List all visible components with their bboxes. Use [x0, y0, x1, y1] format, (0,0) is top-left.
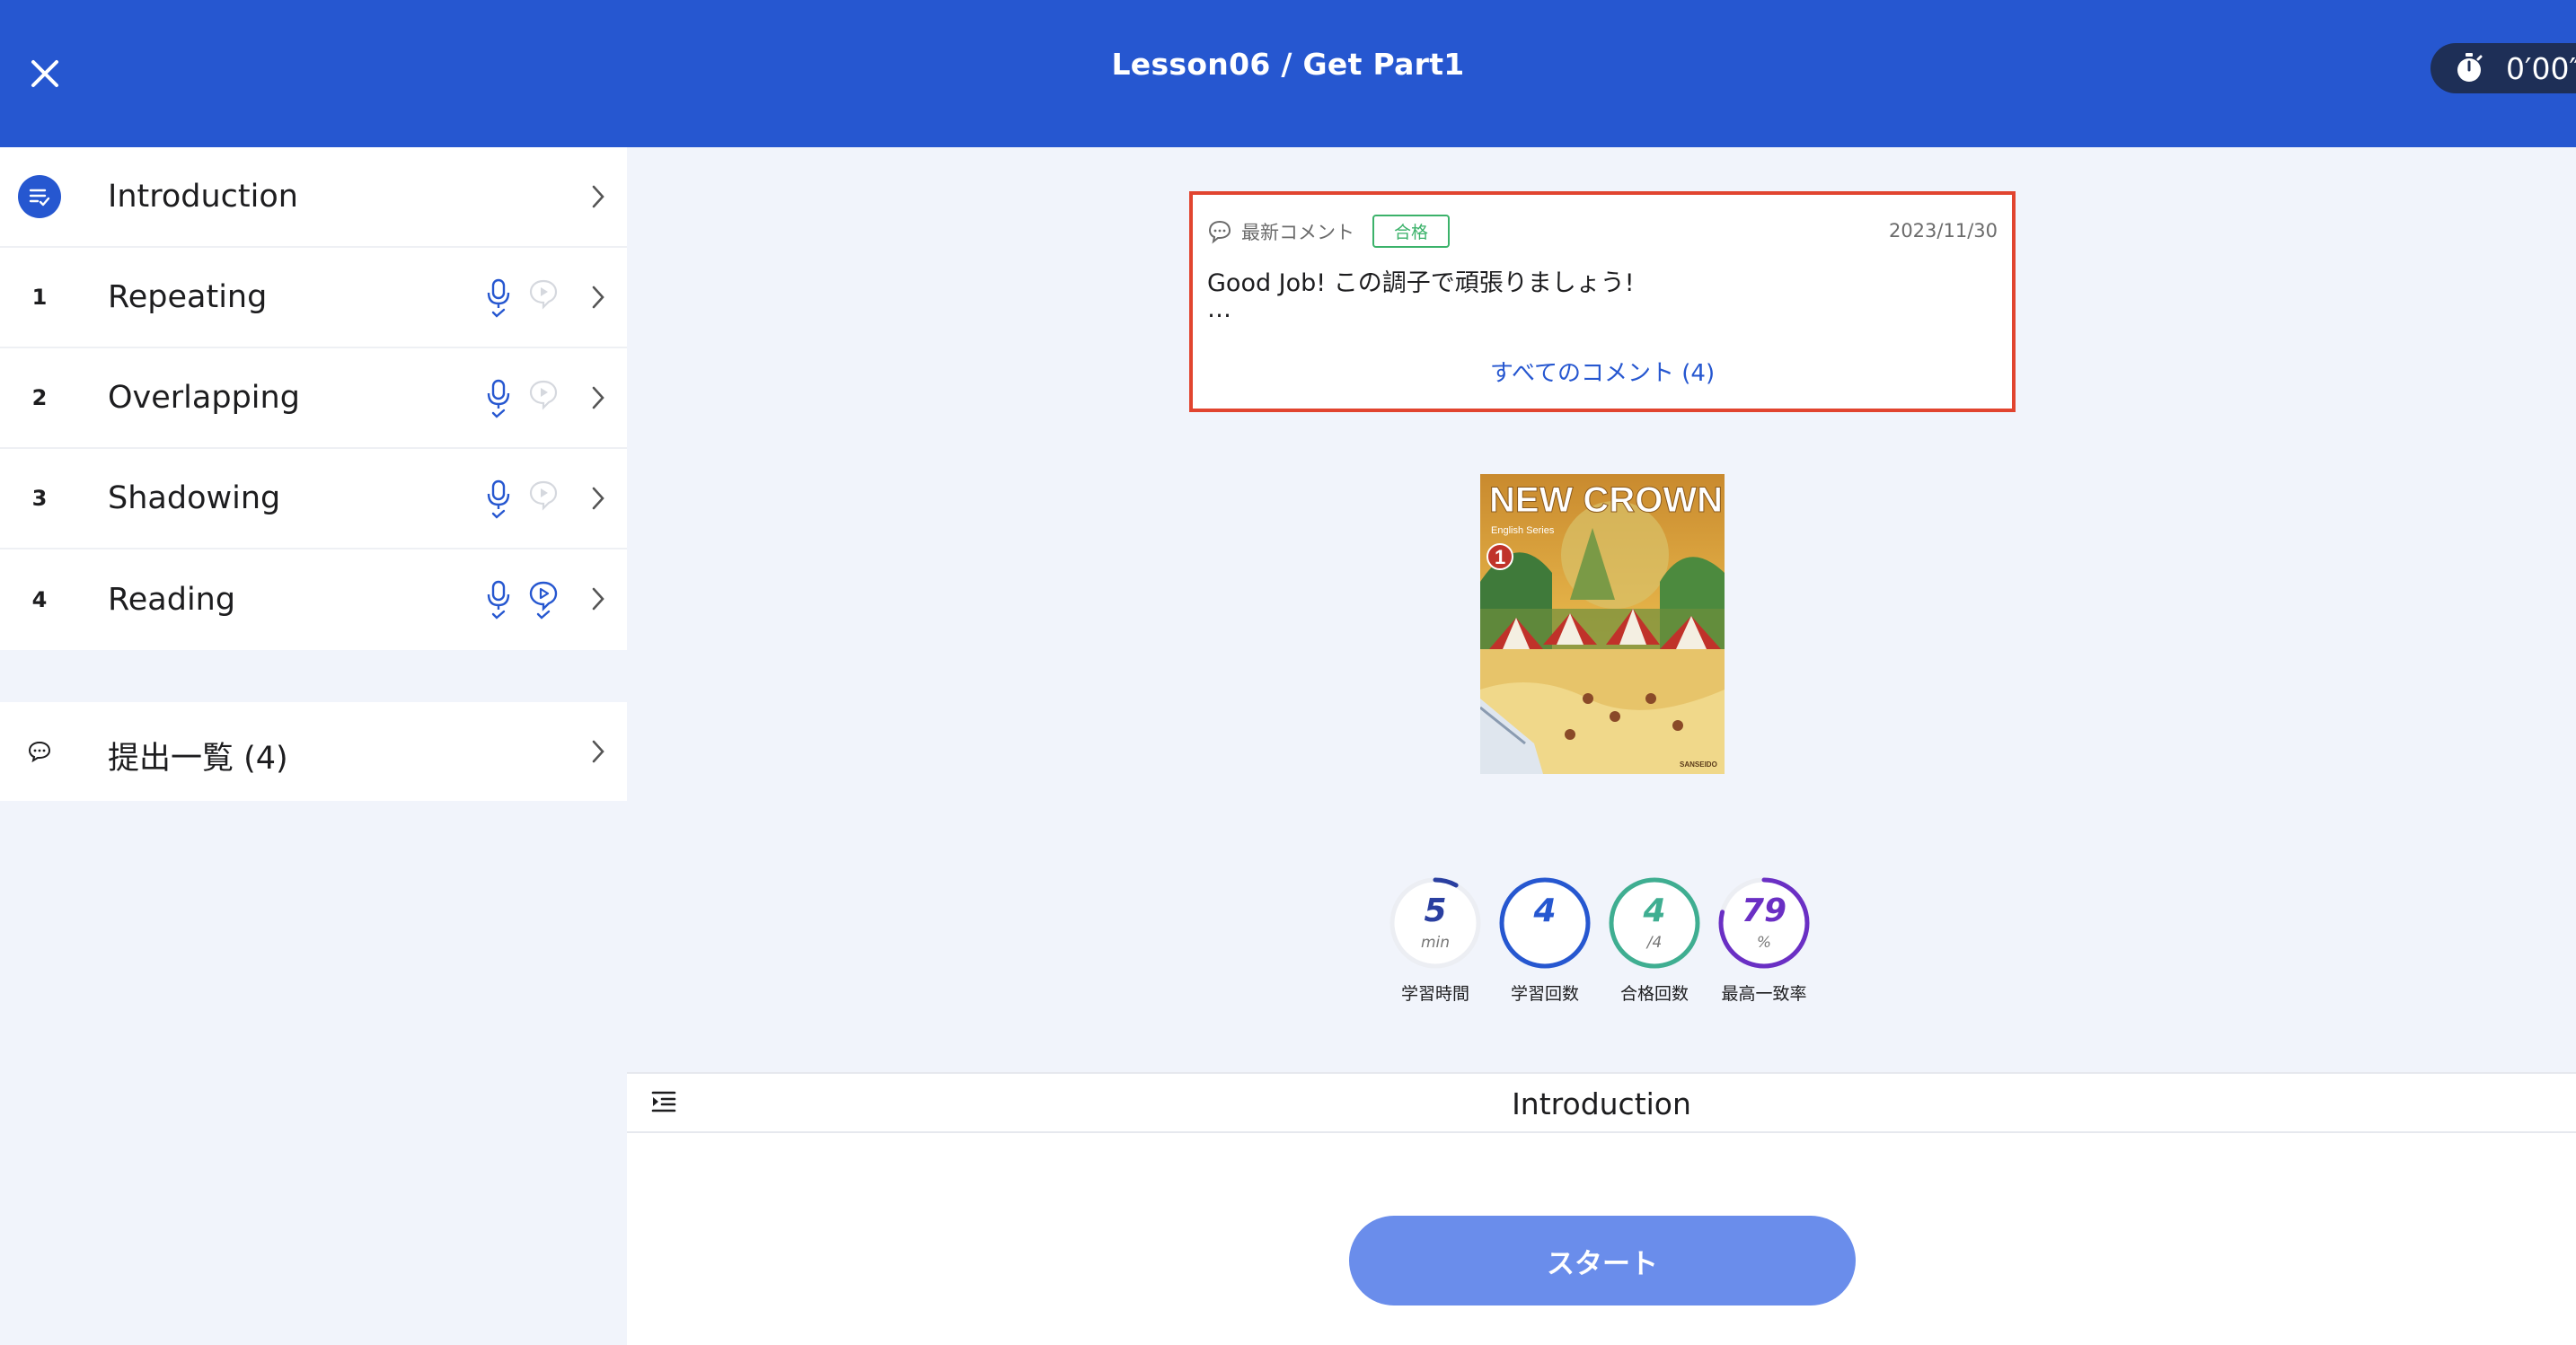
- stat-label: 学習時間: [1400, 984, 1469, 1004]
- sidebar-item-label: Introduction: [108, 179, 298, 215]
- step-number: 3: [31, 486, 48, 511]
- sidebar-item-introduction[interactable]: Introduction: [0, 147, 627, 248]
- main-content: 最新コメント 合格 2023/11/30 Good Job! この調子で頑張りま…: [627, 147, 2576, 1345]
- section-title: Introduction: [1512, 1086, 1691, 1121]
- video-comment-icon: [529, 380, 558, 410]
- stat-value: 4: [1533, 892, 1557, 929]
- microphone-check-icon: [487, 278, 510, 318]
- submissions-label: 提出一覧 (4): [108, 741, 288, 777]
- textbook-cover-image: NEW CROWN 1 English Series SANSEIDO: [1480, 474, 1725, 774]
- comment-header: 最新コメント 合格: [1207, 215, 1451, 248]
- sidebar-item-label: Reading: [108, 582, 236, 618]
- stat-unit: /4: [1646, 934, 1663, 952]
- microphone-check-icon: [487, 379, 510, 418]
- stat-unit: %: [1756, 934, 1772, 952]
- sidebar-item-label: Shadowing: [108, 480, 281, 516]
- video-comment-icon: [529, 480, 558, 511]
- stat-label: 最高一致率: [1721, 984, 1807, 1004]
- comment-heading: 最新コメント: [1241, 221, 1354, 243]
- action-area: スタート: [627, 1133, 2576, 1345]
- svg-text:English Series: English Series: [1491, 525, 1555, 536]
- latest-comment-card: 最新コメント 合格 2023/11/30 Good Job! この調子で頑張りま…: [1189, 191, 2016, 412]
- chevron-right-icon: [592, 286, 604, 309]
- chevron-right-icon: [592, 185, 604, 208]
- step-number: 1: [31, 285, 48, 310]
- sidebar-item-repeating[interactable]: 1 Repeating: [0, 248, 627, 348]
- sidebar-item-reading[interactable]: 4 Reading: [0, 549, 627, 650]
- timer-value: 0′00″: [2506, 50, 2576, 86]
- timer: 0′00″: [2430, 43, 2576, 93]
- checklist-icon: [18, 175, 61, 218]
- comment-bubble-icon: [1208, 220, 1231, 243]
- all-comments-link[interactable]: すべてのコメント (4): [1193, 355, 2012, 388]
- stat-label: 合格回数: [1619, 984, 1689, 1004]
- stat-value: 5: [1424, 892, 1447, 929]
- comment-bubble-icon: [18, 730, 61, 773]
- chevron-right-icon: [592, 386, 604, 409]
- sidebar-item-overlapping[interactable]: 2 Overlapping: [0, 348, 627, 449]
- stat-study-count: 4 学習回数: [1498, 876, 1592, 1005]
- svg-text:1: 1: [1495, 546, 1505, 568]
- comment-text: Good Job! この調子で頑張りましょう!: [1207, 269, 1635, 297]
- step-number: 4: [31, 587, 48, 612]
- pass-badge: 合格: [1372, 215, 1451, 248]
- stat-ring: 4 /4: [1608, 876, 1701, 970]
- sidebar-item-shadowing[interactable]: 3 Shadowing: [0, 449, 627, 549]
- stat-study-time: 5 min 学習時間: [1389, 876, 1482, 1005]
- microphone-check-icon: [487, 580, 510, 620]
- chevron-right-icon: [592, 587, 604, 611]
- chevron-right-icon: [592, 740, 604, 763]
- stat-value: 79: [1741, 892, 1787, 929]
- stat-ring: 4: [1498, 876, 1592, 970]
- stat-ring: 79 %: [1717, 876, 1811, 970]
- sidebar-item-label: Overlapping: [108, 380, 300, 416]
- stat-unit: min: [1420, 934, 1451, 952]
- svg-text:NEW CROWN: NEW CROWN: [1489, 480, 1723, 520]
- sidebar-item-label: Repeating: [108, 279, 268, 315]
- stopwatch-icon: [2457, 53, 2483, 82]
- stat-pass-count: 4 /4 合格回数: [1608, 876, 1701, 1005]
- comment-ellipsis: …: [1207, 295, 1231, 323]
- stat-best-match-rate: 79 % 最高一致率: [1717, 876, 1811, 1005]
- video-comment-check-icon: [529, 581, 558, 620]
- start-button[interactable]: スタート: [1349, 1216, 1856, 1305]
- svg-text:SANSEIDO: SANSEIDO: [1680, 760, 1717, 769]
- stat-value: 4: [1643, 892, 1666, 929]
- lesson-title: Lesson06 / Get Part1: [1111, 47, 1465, 82]
- sidebar-item-submissions[interactable]: 提出一覧 (4): [0, 702, 627, 801]
- stat-label: 学習回数: [1510, 984, 1579, 1004]
- sidebar-nav: Introduction 1 Repeating 2 Overlapping 3…: [0, 147, 627, 650]
- chevron-right-icon: [592, 487, 604, 510]
- stat-ring: 5 min: [1389, 876, 1482, 970]
- step-number: 2: [31, 385, 48, 410]
- comment-date: 2023/11/30: [1888, 220, 1998, 242]
- section-header: Introduction: [627, 1072, 2576, 1133]
- learning-stats: 5 min 学習時間 4 学習回数 4 /4 合格回数 79 % 最高一致率: [1389, 876, 1811, 1005]
- header-bar: Lesson06 / Get Part1 0′00″: [0, 0, 2576, 147]
- sidebar: Introduction 1 Repeating 2 Overlapping 3…: [0, 147, 627, 1345]
- video-comment-icon: [529, 279, 558, 310]
- microphone-check-icon: [487, 479, 510, 519]
